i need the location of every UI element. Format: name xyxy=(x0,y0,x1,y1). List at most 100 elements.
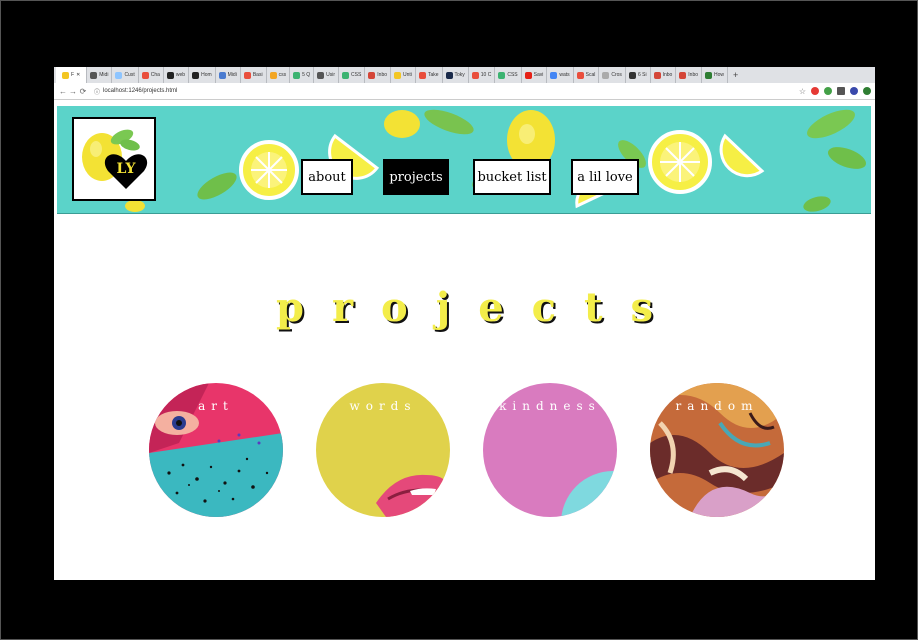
tab[interactable]: Basi xyxy=(241,67,267,83)
tab[interactable]: web xyxy=(164,67,190,83)
reload-icon[interactable]: ⟳ xyxy=(78,87,88,96)
tab-label: web xyxy=(175,72,186,78)
tab[interactable]: Cros xyxy=(599,67,626,83)
info-icon[interactable]: ⓘ xyxy=(94,87,100,96)
nav-projects-button[interactable]: projects xyxy=(383,159,449,195)
github-icon xyxy=(166,71,174,79)
tab-favicon-icon xyxy=(445,71,453,79)
project-random-link[interactable]: random xyxy=(650,383,784,517)
tab-favicon-icon xyxy=(705,71,713,79)
tab[interactable]: CSS xyxy=(339,67,366,83)
adblock-icon[interactable] xyxy=(811,87,819,95)
tab[interactable]: Inbo xyxy=(676,67,703,83)
github-icon xyxy=(192,71,200,79)
tab[interactable]: css xyxy=(267,67,291,83)
forward-icon[interactable]: → xyxy=(68,87,78,96)
tab-favicon-icon xyxy=(317,71,325,79)
tab-favicon-icon xyxy=(394,71,402,79)
tab-label: Inbo xyxy=(688,72,699,78)
youtube-icon xyxy=(524,71,532,79)
project-label: random xyxy=(675,399,759,413)
nav-a-lil-love-button[interactable]: a lil love xyxy=(571,159,639,195)
tab[interactable]: Midi xyxy=(87,67,113,83)
header-banner: LY about projects bucket list a lil love xyxy=(57,106,871,214)
tab[interactable]: 6 Si xyxy=(626,67,651,83)
tab-favicon-icon xyxy=(243,71,251,79)
url-text: localhost:1246/projects.html xyxy=(103,88,178,94)
tab-favicon-icon xyxy=(576,71,584,79)
tab-favicon-icon xyxy=(418,71,426,79)
tab-favicon-icon xyxy=(342,71,350,79)
tab-favicon-icon xyxy=(471,71,479,79)
tab[interactable]: 5 Q xyxy=(290,67,315,83)
projects-grid: art words kindness random xyxy=(54,383,875,519)
tab-strip: F ✕ Midi Cust Cha web Hom Midi Basi css … xyxy=(54,67,875,83)
tab[interactable]: Inbo xyxy=(365,67,392,83)
project-label: kindness xyxy=(499,399,601,413)
tab-label: F xyxy=(71,72,75,78)
tab-label: Basi xyxy=(252,72,263,78)
tab[interactable]: Inbo xyxy=(651,67,677,83)
profile-icon[interactable] xyxy=(850,87,858,95)
tab-favicon-icon xyxy=(498,71,506,79)
tab[interactable]: Usir xyxy=(314,67,340,83)
tab-label: Savi xyxy=(533,72,544,78)
extension-icon[interactable] xyxy=(824,87,832,95)
tab[interactable]: Toky xyxy=(443,67,469,83)
nav-bucket-list-button[interactable]: bucket list xyxy=(473,159,551,195)
gmail-icon xyxy=(368,71,376,79)
new-tab-button[interactable]: + xyxy=(728,70,743,80)
tab[interactable]: Hom xyxy=(189,67,216,83)
project-kindness-link[interactable]: kindness xyxy=(483,383,617,517)
tab-label: CSS xyxy=(351,72,362,78)
nav-about-button[interactable]: about xyxy=(301,159,353,195)
url-field[interactable]: ⓘ localhost:1246/projects.html xyxy=(94,87,177,96)
project-label: words xyxy=(349,399,417,413)
nav-label: a lil love xyxy=(577,169,633,185)
project-words-link[interactable]: words xyxy=(316,383,450,517)
favicon-lemon-icon xyxy=(62,71,69,79)
tab[interactable]: Cha xyxy=(139,67,164,83)
tab-favicon-icon xyxy=(269,71,277,79)
gmail-icon xyxy=(679,71,687,79)
tab-label: Midi xyxy=(227,72,237,78)
tab[interactable]: Midi xyxy=(216,67,241,83)
tab[interactable]: Savi xyxy=(522,67,548,83)
tab[interactable]: wats xyxy=(547,67,574,83)
tab-favicon-icon xyxy=(628,71,636,79)
tab-label: css xyxy=(278,72,287,78)
tab[interactable]: How xyxy=(702,67,729,83)
address-bar: ← → ⟳ ⓘ localhost:1246/projects.html ☆ xyxy=(54,83,875,100)
tab-label: Cust xyxy=(124,72,135,78)
tab-label: 5 Q xyxy=(302,72,311,78)
extension-icon[interactable] xyxy=(837,87,845,95)
tab[interactable]: CSS xyxy=(495,67,522,83)
main-nav: about projects bucket list a lil love xyxy=(57,159,871,199)
close-icon[interactable]: ✕ xyxy=(76,72,80,78)
tab[interactable]: Cust xyxy=(112,67,139,83)
tab-label: Toky xyxy=(454,72,465,78)
bookmark-star-icon[interactable]: ☆ xyxy=(799,87,806,96)
back-icon[interactable]: ← xyxy=(58,87,68,96)
nav-label: bucket list xyxy=(477,169,547,185)
project-art-link[interactable]: art xyxy=(149,383,283,517)
nav-label: about xyxy=(308,169,346,185)
browser-window: F ✕ Midi Cust Cha web Hom Midi Basi css … xyxy=(54,67,875,580)
tab[interactable]: 10 C xyxy=(469,67,496,83)
tab-active[interactable]: F ✕ xyxy=(56,67,88,83)
tab-label: Cha xyxy=(150,72,160,78)
extension-icon[interactable] xyxy=(863,87,871,95)
tab-favicon-icon xyxy=(218,71,226,79)
tab-label: How xyxy=(714,72,725,78)
tab[interactable]: Unti xyxy=(391,67,416,83)
tab-favicon-icon xyxy=(115,71,123,79)
tab-favicon-icon xyxy=(602,71,610,79)
tab-favicon-icon xyxy=(90,71,98,79)
project-label: art xyxy=(198,399,234,413)
tab-label: CSS xyxy=(507,72,518,78)
tab-label: Cros xyxy=(611,72,622,78)
tab[interactable]: Scal xyxy=(574,67,600,83)
tab-label: Inbo xyxy=(662,72,673,78)
tab[interactable]: Take xyxy=(416,67,443,83)
gmail-icon xyxy=(653,71,661,79)
